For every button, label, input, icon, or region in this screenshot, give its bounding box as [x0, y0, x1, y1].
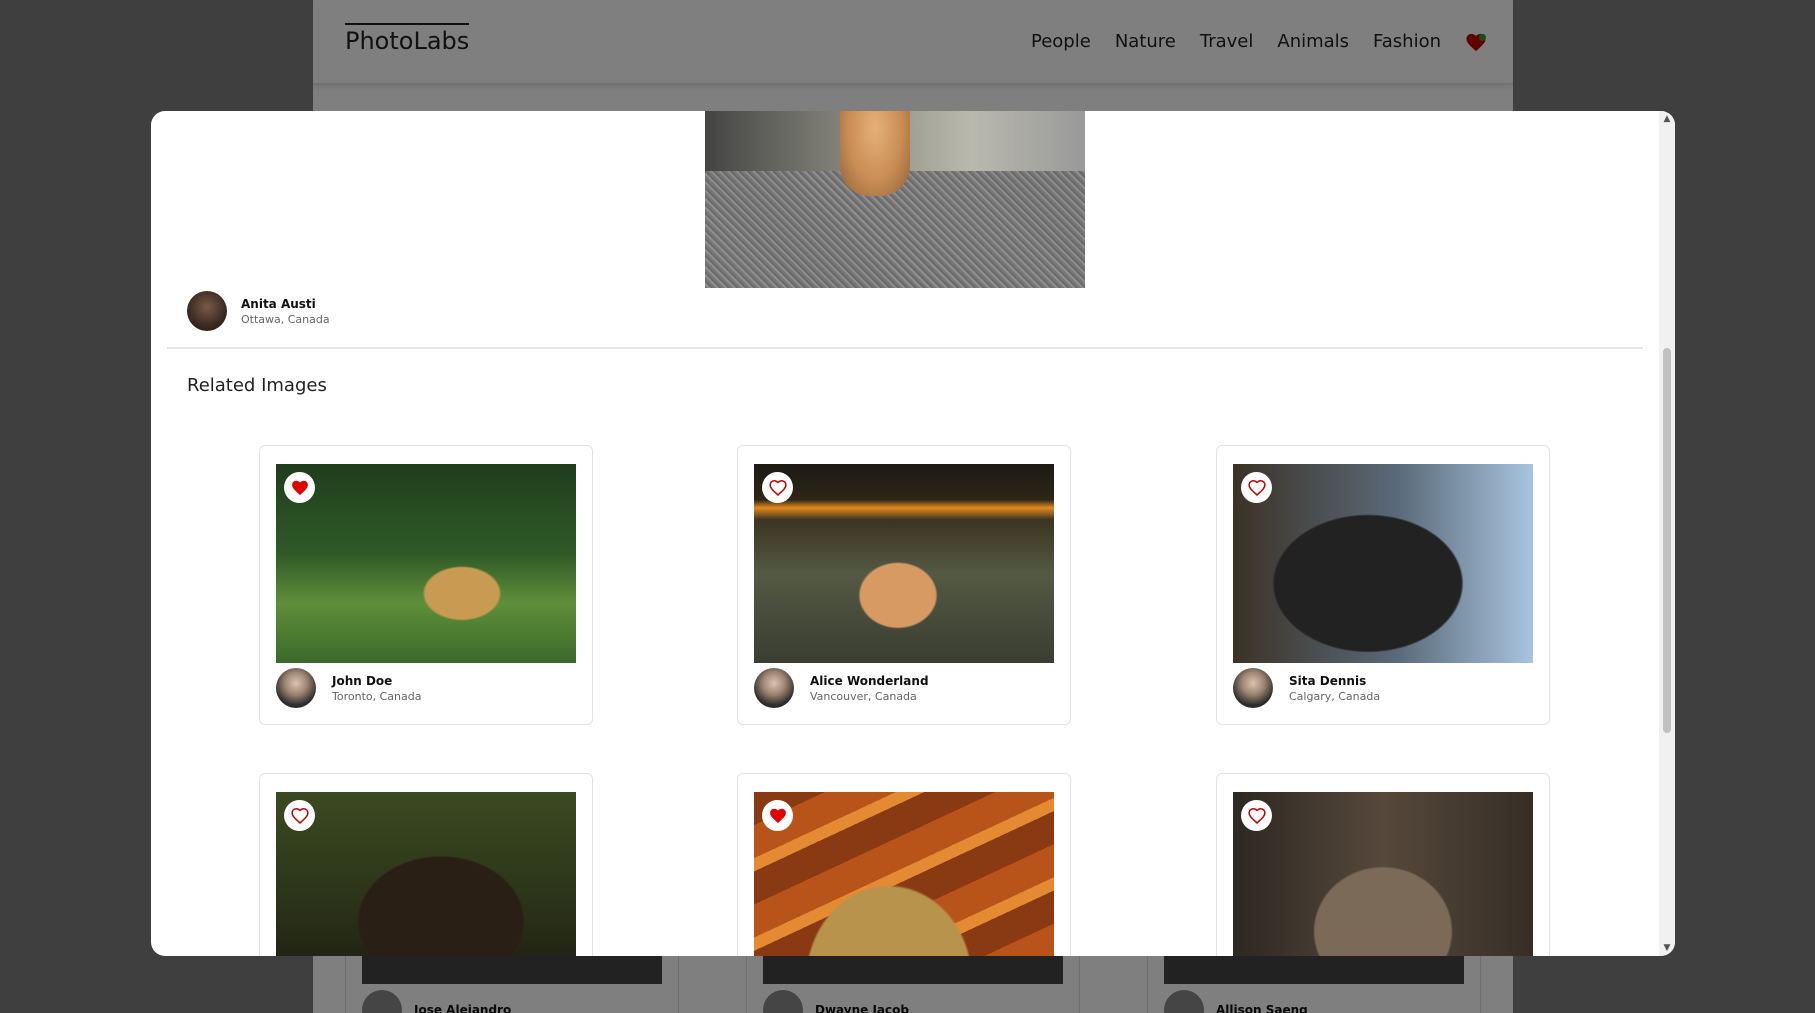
scrollbar-thumb[interactable] [1663, 348, 1671, 733]
card-photo[interactable] [276, 792, 576, 956]
card-location: Vancouver, Canada [810, 689, 917, 703]
avatar [276, 668, 316, 708]
card-location: Calgary, Canada [1289, 689, 1381, 703]
photo-author: Anita Austi Ottawa, Canada [187, 291, 330, 331]
avatar [187, 291, 227, 331]
modal-scrollbar[interactable]: ▲ ▼ [1659, 111, 1675, 956]
favourite-button[interactable] [1241, 800, 1272, 831]
photo-card[interactable]: Alice Wonderland Vancouver, Canada [737, 445, 1071, 725]
favourite-button[interactable] [284, 472, 315, 503]
card-photo[interactable] [754, 464, 1054, 663]
photo-card[interactable]: John Doe Toronto, Canada [259, 445, 593, 725]
photo-card[interactable] [737, 773, 1071, 956]
scroll-down-arrow-icon[interactable]: ▼ [1659, 940, 1675, 956]
card-location: Toronto, Canada [332, 689, 422, 703]
card-photo[interactable] [276, 464, 576, 663]
divider [167, 347, 1643, 349]
heart-outline-icon [768, 479, 787, 496]
heart-filled-icon [291, 480, 308, 495]
scroll-up-arrow-icon[interactable]: ▲ [1659, 111, 1675, 127]
avatar [1233, 668, 1273, 708]
favourite-button[interactable] [762, 472, 793, 503]
heart-outline-icon [290, 807, 309, 824]
favourite-button[interactable] [1241, 472, 1272, 503]
favourite-button[interactable] [284, 800, 315, 831]
photo-card[interactable] [259, 773, 593, 956]
favourite-button[interactable] [762, 800, 793, 831]
heart-outline-icon [1247, 807, 1266, 824]
heart-outline-icon [1247, 479, 1266, 496]
photo-card[interactable]: Sita Dennis Calgary, Canada [1216, 445, 1550, 725]
card-name: Sita Dennis [1289, 673, 1367, 688]
related-images-heading: Related Images [187, 375, 327, 396]
author-name: Anita Austi [241, 296, 316, 311]
card-name: Alice Wonderland [810, 673, 929, 688]
modal-content: Anita Austi Ottawa, Canada Related Image… [151, 111, 1659, 956]
card-photo[interactable] [1233, 464, 1533, 663]
heart-filled-icon [769, 808, 786, 823]
card-photo[interactable] [754, 792, 1054, 956]
photo-details-modal: Anita Austi Ottawa, Canada Related Image… [151, 111, 1675, 956]
author-location: Ottawa, Canada [241, 312, 330, 326]
avatar [754, 668, 794, 708]
photo-card[interactable] [1216, 773, 1550, 956]
card-name: John Doe [332, 673, 393, 688]
card-photo[interactable] [1233, 792, 1533, 956]
main-photo [705, 111, 1085, 288]
